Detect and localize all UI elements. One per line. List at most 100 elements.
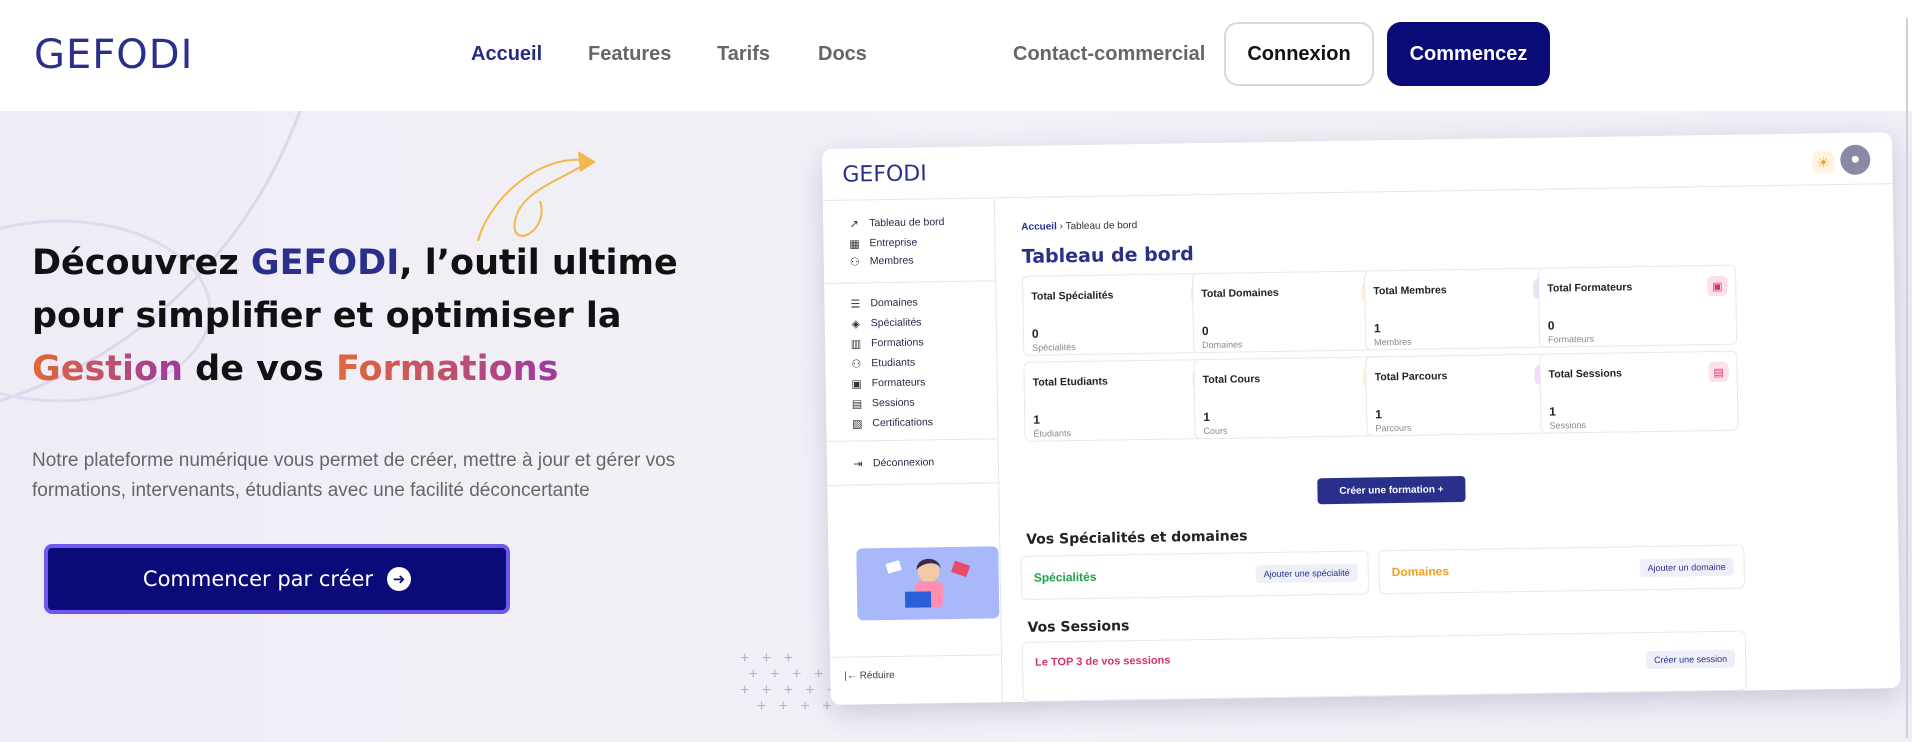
sidebar-item-formations: ▥ Formations bbox=[849, 335, 924, 350]
arrow-right-circle-icon: ➜ bbox=[387, 567, 412, 591]
stat-card-cours: Total Cours▥1Cours bbox=[1193, 356, 1393, 440]
card-sub: Domaines bbox=[1202, 339, 1243, 351]
sidebar-label: Tableau de bord bbox=[869, 216, 945, 230]
sidebar-item-etudiants: ⚇ Etudiants bbox=[849, 356, 915, 371]
sun-icon: ☀ bbox=[1812, 151, 1835, 174]
sessions-panel: Le TOP 3 de vos sessions Créer une sessi… bbox=[1021, 630, 1747, 702]
reduce-label: Réduire bbox=[859, 669, 895, 682]
top-navbar: GEFODI Accueil Features Tarifs Docs Cont… bbox=[0, 0, 1912, 111]
add-domaine-button: Ajouter un domaine bbox=[1639, 557, 1734, 578]
card-sub: Cours bbox=[1203, 425, 1228, 437]
card-title: Total Membres bbox=[1373, 284, 1447, 298]
sidebar-divider bbox=[824, 280, 997, 284]
card-value: 1 bbox=[1203, 409, 1211, 425]
card-value: 1 bbox=[1549, 404, 1557, 419]
sidebar-item-deconnexion: ⇥ Déconnexion bbox=[851, 455, 935, 470]
card-value: 0 bbox=[1031, 326, 1039, 341]
hero-subtext: Notre plateforme numérique vous permet d… bbox=[32, 450, 676, 501]
chart-icon: ↗ bbox=[849, 217, 859, 231]
card-sub: Étudiants bbox=[1033, 428, 1072, 439]
sidebar-label: Spécialités bbox=[870, 316, 922, 330]
card-sub: Membres bbox=[1374, 336, 1412, 348]
card-value: 0 bbox=[1201, 323, 1209, 339]
section-specialites-domaines: Vos Spécialités et domaines bbox=[1026, 528, 1248, 548]
sidebar-label: Membres bbox=[869, 254, 914, 268]
cta-label: Commencer par créer bbox=[142, 567, 374, 591]
card-title: Total Cours bbox=[1202, 373, 1261, 387]
card-value: 0 bbox=[1547, 318, 1555, 333]
headline-text: Découvrez bbox=[32, 243, 251, 283]
card-title: Total Formateurs bbox=[1547, 281, 1633, 295]
stat-card-membres: Total Membres⚇1Membres bbox=[1363, 267, 1564, 351]
sidebar-illustration bbox=[856, 546, 1000, 621]
stat-card-formateurs: Total Formateurs ▣ 0 Formateurs bbox=[1537, 264, 1738, 348]
sidebar-item-sessions: ▤ Sessions bbox=[850, 396, 915, 411]
preview-main: Accueil › Tableau de bord Tableau de bor… bbox=[995, 184, 1901, 702]
sidebar-label: Etudiants bbox=[871, 356, 916, 370]
card-title: Total Spécialités bbox=[1031, 289, 1114, 303]
card-sub: Sessions bbox=[1549, 420, 1587, 431]
sidebar-label: Sessions bbox=[871, 396, 915, 410]
sidebar-item-specialites: ◈ Spécialités bbox=[849, 315, 922, 330]
card-sub: Formateurs bbox=[1548, 333, 1595, 345]
hero-headline: Découvrez GEFODI, l’outil ultime pour si… bbox=[32, 237, 712, 396]
card-title: Total Parcours bbox=[1374, 370, 1448, 384]
graduate-icon: ⚇ bbox=[851, 357, 862, 371]
sidebar-label: Entreprise bbox=[869, 236, 918, 250]
preview-logo: GEFODI bbox=[842, 161, 927, 188]
create-formation-button: Créer une formation + bbox=[1317, 475, 1466, 505]
start-button[interactable]: Commencez bbox=[1387, 22, 1550, 86]
sidebar-item-tableau-de-bord: ↗ Tableau de bord bbox=[847, 215, 945, 231]
page-scrollbar[interactable] bbox=[1906, 18, 1908, 738]
card-title: Total Domaines bbox=[1201, 286, 1279, 301]
nav-accueil[interactable]: Accueil bbox=[471, 43, 542, 66]
specialites-title: Spécialités bbox=[1033, 569, 1097, 585]
building-icon: ▦ bbox=[849, 237, 860, 251]
sidebar-label: Certifications bbox=[872, 416, 934, 430]
headline-formations: Formations bbox=[336, 349, 559, 389]
cta-create-button[interactable]: Commencer par créer ➜ bbox=[44, 544, 510, 614]
card-sub: Spécialités bbox=[1032, 342, 1076, 353]
card-title: Total Etudiants bbox=[1032, 375, 1108, 389]
sidebar-divider bbox=[826, 438, 999, 442]
headline-text: de vos bbox=[183, 349, 337, 389]
sessions-title: Le TOP 3 de vos sessions bbox=[1035, 654, 1171, 669]
nav-contact-commercial[interactable]: Contact-commercial bbox=[1013, 43, 1205, 66]
create-session-button: Créer une session bbox=[1645, 649, 1736, 670]
sidebar-label: Formations bbox=[870, 336, 924, 350]
sidebar-item-domaines: ☰ Domaines bbox=[848, 296, 917, 311]
breadcrumb-home: Accueil bbox=[1021, 221, 1057, 233]
site-logo[interactable]: GEFODI bbox=[34, 32, 193, 78]
nav-docs[interactable]: Docs bbox=[818, 43, 867, 66]
headline-brand: GEFODI bbox=[250, 243, 400, 283]
book-icon: ▥ bbox=[850, 337, 862, 351]
stat-card-parcours: Total Parcours▥1Parcours bbox=[1365, 353, 1565, 437]
presentation-icon: ▣ bbox=[851, 377, 862, 391]
nav-features[interactable]: Features bbox=[588, 43, 671, 66]
sidebar-label: Formateurs bbox=[871, 376, 926, 390]
card-value: 1 bbox=[1375, 407, 1383, 422]
calendar-icon: ▤ bbox=[1708, 361, 1729, 383]
cube-icon: ◈ bbox=[851, 317, 861, 331]
card-sub: Parcours bbox=[1375, 422, 1412, 434]
login-button[interactable]: Connexion bbox=[1224, 22, 1374, 86]
preview-breadcrumb: Accueil › Tableau de bord bbox=[1021, 220, 1138, 233]
domaines-title: Domaines bbox=[1391, 564, 1450, 580]
headline-gestion: Gestion bbox=[32, 349, 183, 389]
sidebar-item-entreprise: ▦ Entreprise bbox=[847, 236, 917, 251]
logout-icon: ⇥ bbox=[853, 457, 863, 471]
add-specialite-button: Ajouter une spécialité bbox=[1255, 563, 1358, 584]
sidebar-divider bbox=[829, 654, 1002, 658]
collapse-icon: |← bbox=[844, 670, 857, 682]
preview-sidebar: ↗ Tableau de bord ▦ Entreprise ⚇ Membres ☰ D… bbox=[822, 198, 1003, 705]
preview-title: Tableau de bord bbox=[1021, 243, 1194, 268]
stat-card-domaines: Total Domaines☰0Domaines bbox=[1191, 270, 1392, 354]
sidebar-label: Domaines bbox=[870, 296, 918, 310]
card-value: 1 bbox=[1033, 412, 1041, 427]
nav-tarifs[interactable]: Tarifs bbox=[717, 43, 770, 66]
layers-icon: ☰ bbox=[850, 297, 861, 311]
domaines-panel: Domaines Ajouter un domaine bbox=[1378, 544, 1746, 595]
specialites-panel: Spécialités Ajouter une spécialité bbox=[1020, 550, 1370, 600]
sidebar-item-formateurs: ▣ Formateurs bbox=[850, 375, 926, 390]
card-value: 1 bbox=[1373, 321, 1381, 336]
